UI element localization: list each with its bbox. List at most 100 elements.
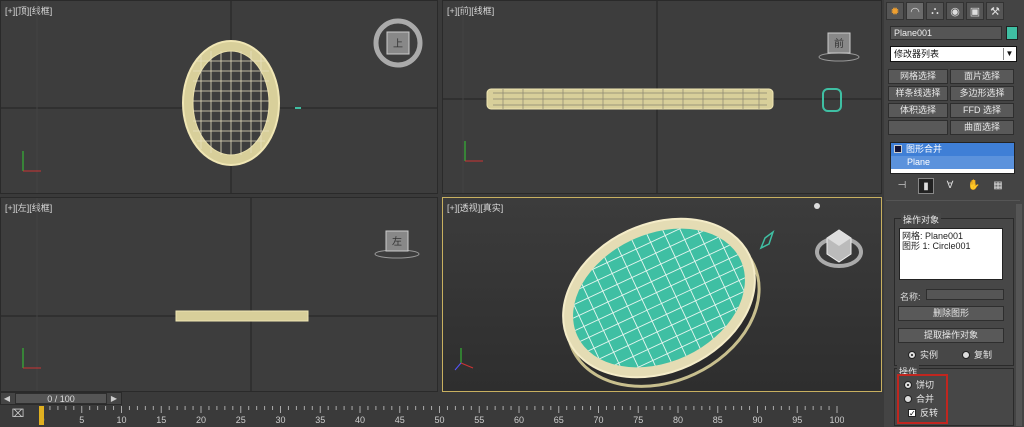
name-label: 名称: [900,292,921,302]
object-name-field[interactable]: Plane001 [890,26,1002,40]
key-filter-icon[interactable]: ⌧ [8,407,28,423]
hierarchy-tab-icon[interactable]: ⛬ [926,2,944,20]
axis-gizmo-icon [22,348,41,369]
ruler-label: 95 [792,415,802,425]
viewport-left-canvas: 左 [1,198,437,391]
viewport-top-canvas: 上 [1,1,437,193]
ruler-label: 25 [236,415,246,425]
viewport-left[interactable]: [+][左][线框] 左 [0,197,438,392]
racket-perspective-mesh [550,201,768,391]
radio-dot[interactable] [908,350,916,359]
divider [886,200,1020,201]
axis-gizmo-icon [454,348,474,371]
pin-stack-icon[interactable]: ⊣ [894,178,910,194]
chevron-down-icon[interactable]: ▼ [1003,48,1015,60]
time-slider[interactable]: ◀ 0 / 100 ▶ [0,392,122,405]
object-color-swatch[interactable] [1006,26,1018,40]
configure-sets-icon[interactable]: ▦ [990,178,1006,194]
viewcube-left-face: 左 [392,235,402,248]
patch-select-button[interactable]: 面片选择 [950,69,1014,84]
ruler-label: 30 [275,415,285,425]
panel-scrollbar[interactable] [1016,204,1022,426]
viewcube-front-icon: 前 [818,32,860,62]
vol-select-button[interactable]: 体积选择 [888,103,948,118]
poly-select-button[interactable]: 多边形选择 [950,86,1014,101]
modify-tab-icon[interactable]: ◠ [906,2,924,20]
operand-name-field[interactable] [926,289,1004,300]
viewport-perspective-canvas [454,201,863,391]
operand-item[interactable]: 图形 1: Circle001 [902,241,1000,251]
instance-radio[interactable]: 实例 [908,348,938,361]
axis-gizmo-icon [22,151,41,172]
ruler-label: 60 [514,415,524,425]
ruler-label: 40 [355,415,365,425]
ruler-label: 70 [593,415,603,425]
modifier-stack[interactable]: 图形合并 Plane [890,142,1015,174]
utilities-tab-icon[interactable]: ⚒ [986,2,1004,20]
create-tab-icon[interactable]: ✹ [886,2,904,20]
viewcube-left-icon: 左 [374,230,420,259]
ruler-label: 20 [196,415,206,425]
ruler-label: 80 [673,415,683,425]
copy-label: 复制 [974,350,993,360]
motion-tab-icon[interactable]: ◉ [946,2,964,20]
spline-select-button[interactable]: 样条线选择 [888,86,948,101]
ffd-select-button[interactable]: FFD 选择 [950,103,1014,118]
ruler-label: 10 [116,415,126,425]
viewcube-front-face: 前 [834,37,844,50]
remove-modifier-icon[interactable]: ✋ [966,178,982,194]
ruler-label: 85 [713,415,723,425]
ruler-label: 5 [79,415,84,425]
timeline-ruler-canvas: 0510152025303540455055606570758085909510… [39,406,844,425]
ruler-label: 50 [434,415,444,425]
ruler-label: 55 [474,415,484,425]
highlight-box [897,374,948,424]
operands-title[interactable]: 操作对象 [901,213,942,226]
racket-left-mesh [175,310,309,322]
ruler-label: 65 [554,415,564,425]
current-frame-marker [39,406,44,425]
radio-dot[interactable] [962,350,970,359]
surface-select-button[interactable]: 曲面选择 [950,120,1014,135]
axis-gizmo-icon [464,141,483,162]
ruler-label: 45 [395,415,405,425]
mesh-select-button[interactable]: 网格选择 [888,69,948,84]
command-panel-tabs: ✹ ◠ ⛬ ◉ ▣ ⚒ [886,2,1004,22]
ruler-label: 90 [752,415,762,425]
show-end-result-icon[interactable]: ▮ [918,178,934,194]
instance-label: 实例 [920,350,939,360]
operand-item[interactable]: 网格: Plane001 [902,231,1000,241]
viewcube-perspective-icon [815,229,863,268]
make-unique-icon[interactable]: ∀ [942,178,958,194]
stack-item-plane[interactable]: Plane [891,156,1014,169]
ruler-label: 100 [829,415,844,425]
next-frame-icon[interactable]: ▶ [109,393,119,404]
time-slider-thumb[interactable]: 0 / 100 [15,393,107,404]
racket-front-mesh [486,88,774,110]
stack-item-shapemerge-label: 图形合并 [906,144,943,154]
viewport-front-canvas: 前 [443,1,881,193]
ruler-label: 75 [633,415,643,425]
racket-top-mesh [182,40,280,166]
viewcube-top-face: 上 [393,38,403,50]
copy-radio[interactable]: 复制 [962,348,992,361]
operands-list[interactable]: 网格: Plane001 图形 1: Circle001 [899,228,1003,280]
delete-shape-button[interactable]: 删除图形 [898,306,1004,321]
expand-icon[interactable] [894,145,902,153]
viewport-front[interactable]: [+][前][线框] 前 [442,0,882,194]
prev-frame-icon[interactable]: ◀ [2,393,12,404]
viewcube-top-icon: 上 [373,18,423,68]
display-tab-icon[interactable]: ▣ [966,2,984,20]
modifier-list-label: 修改器列表 [894,49,940,59]
stack-item-shapemerge[interactable]: 图形合并 [891,143,1014,156]
stack-toolbar: ⊣ ▮ ∀ ✋ ▦ [894,178,1006,194]
timeline-ruler[interactable]: 0510152025303540455055606570758085909510… [38,406,844,427]
ruler-label: 35 [315,415,325,425]
empty-modifier-button[interactable] [888,120,948,135]
ruler-label: 15 [156,415,166,425]
modifier-list-dropdown[interactable]: 修改器列表 ▼ [890,46,1017,62]
viewport-top[interactable]: [+][顶][线框] 上 [0,0,438,194]
home-icon [814,203,820,209]
extract-operand-button[interactable]: 提取操作对象 [898,328,1004,343]
viewport-perspective[interactable]: [+][透视][真实] [442,197,882,392]
